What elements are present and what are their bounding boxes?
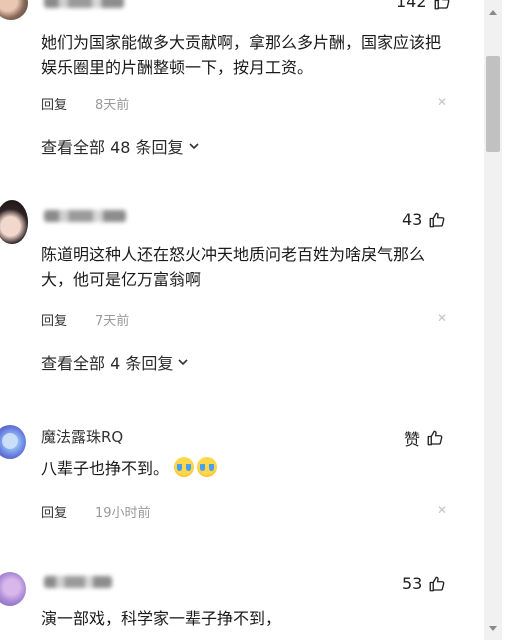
chevron-down-icon bbox=[178, 359, 188, 366]
close-icon[interactable]: ✕ bbox=[437, 311, 447, 325]
comment-text: 演一部戏，科学家一辈子挣不到， bbox=[41, 609, 282, 628]
comment-text: 陈道明这种人还在怒火冲天地质问老百姓为啥戾气那么大，他可是亿万富翁啊 bbox=[41, 245, 426, 289]
view-all-replies-button[interactable]: 查看全部 48 条回复 bbox=[41, 134, 200, 158]
reply-button[interactable]: 回复 bbox=[41, 310, 67, 329]
like-button[interactable]: 142 bbox=[396, 0, 451, 11]
like-count: 43 bbox=[402, 210, 423, 229]
scroll-down-arrow-icon[interactable] bbox=[489, 626, 497, 631]
like-button[interactable]: 赞 bbox=[404, 426, 444, 450]
scroll-thumb[interactable] bbox=[486, 56, 500, 152]
view-all-label: 查看全部 4 条回复 bbox=[41, 354, 174, 373]
comment-time: 7天前 bbox=[95, 314, 130, 329]
username[interactable]: 魔法露珠RQ bbox=[41, 426, 123, 447]
comment-text-line: 八辈子也挣不到。 bbox=[41, 456, 220, 481]
avatar[interactable] bbox=[0, 0, 28, 20]
chevron-down-icon bbox=[188, 143, 199, 150]
thumbs-up-icon bbox=[429, 212, 445, 227]
username-blurred bbox=[44, 0, 124, 8]
laughing-tears-emoji bbox=[197, 457, 218, 477]
avatar[interactable] bbox=[0, 425, 26, 459]
view-all-label: 查看全部 48 条回复 bbox=[41, 138, 184, 157]
comment-text: 八辈子也挣不到。 bbox=[41, 459, 170, 478]
like-count: 142 bbox=[396, 0, 427, 11]
username-blurred bbox=[44, 576, 112, 588]
scroll-up-arrow-icon[interactable] bbox=[489, 10, 497, 15]
thumbs-up-icon bbox=[427, 430, 443, 446]
avatar[interactable] bbox=[0, 572, 26, 606]
username-blurred bbox=[44, 210, 126, 222]
comment-time: 8天前 bbox=[95, 98, 130, 113]
like-label: 赞 bbox=[404, 430, 421, 449]
like-button[interactable]: 53 bbox=[402, 574, 446, 593]
thumbs-up-icon bbox=[434, 0, 449, 9]
view-all-replies-button[interactable]: 查看全部 4 条回复 bbox=[41, 350, 189, 374]
like-button[interactable]: 43 bbox=[402, 210, 446, 229]
comment-text: 她们为国家能做多大贡献啊，拿那么多片酬，国家应该把娱乐圈里的片酬整顿一下，按月工… bbox=[41, 33, 442, 77]
laughing-tears-emoji bbox=[174, 457, 195, 477]
comment-time: 19小时前 bbox=[95, 506, 151, 521]
avatar[interactable] bbox=[0, 200, 28, 244]
reply-button[interactable]: 回复 bbox=[41, 94, 67, 113]
close-icon[interactable]: ✕ bbox=[437, 503, 447, 517]
close-icon[interactable]: ✕ bbox=[437, 95, 447, 109]
reply-button[interactable]: 回复 bbox=[41, 502, 67, 521]
thumbs-up-icon bbox=[429, 576, 445, 591]
scrollbar[interactable] bbox=[484, 0, 502, 640]
like-count: 53 bbox=[402, 574, 423, 593]
